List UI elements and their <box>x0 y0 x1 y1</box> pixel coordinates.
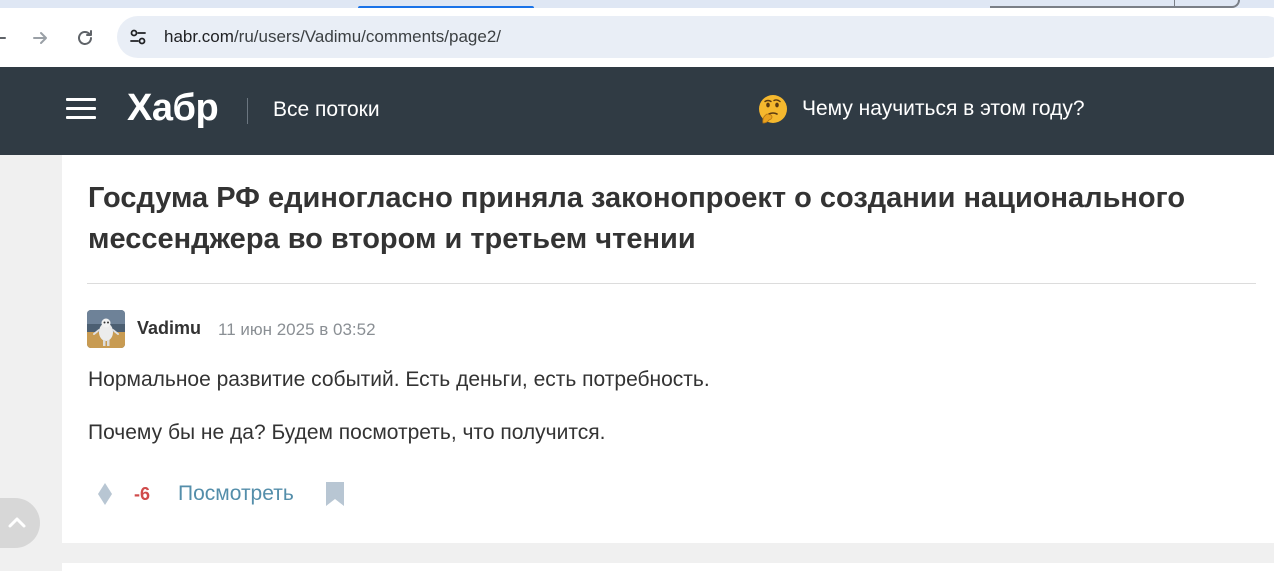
comment-timestamp[interactable]: 11 июн 2025 в 03:52 <box>218 320 376 340</box>
tune-icon <box>130 29 146 45</box>
avatar[interactable] <box>87 310 125 348</box>
reload-button[interactable] <box>74 27 96 49</box>
back-button[interactable] <box>0 27 10 49</box>
browser-tab[interactable] <box>990 0 1240 8</box>
chevron-up-icon <box>8 517 26 528</box>
view-link[interactable]: Посмотреть <box>178 482 294 506</box>
promo-text: Чему научиться в этом году? <box>802 97 1085 120</box>
vote-icon[interactable] <box>94 481 116 507</box>
card-divider <box>87 283 1256 284</box>
comment-author[interactable]: Vadimu <box>137 318 201 339</box>
site-header: Хабр Все потоки Чему научиться в этом го… <box>0 67 1274 155</box>
header-divider <box>247 98 248 124</box>
browser-tabstrip <box>0 0 1274 9</box>
url-host: habr.com <box>164 27 234 46</box>
article-title-link[interactable]: Госдума РФ единогласно приняла законопро… <box>88 178 1248 260</box>
url-path: /ru/users/Vadimu/comments/page2/ <box>233 27 502 46</box>
promo-link[interactable]: Чему научиться в этом году? <box>757 93 1085 125</box>
bookmark-icon[interactable] <box>324 481 346 507</box>
comment-actions: -6 Посмотреть <box>94 480 346 508</box>
next-card <box>62 563 1274 571</box>
url-text[interactable]: habr.com/ru/users/Vadimu/comments/page2/ <box>164 27 501 47</box>
avatar-image <box>87 310 125 348</box>
comment-card: Госдума РФ единогласно приняла законопро… <box>62 155 1274 543</box>
reload-icon <box>78 30 92 45</box>
browser-toolbar: habr.com/ru/users/Vadimu/comments/page2/ <box>0 8 1274 67</box>
comment-paragraph: Почему бы не да? Будем посмотреть, что п… <box>88 421 606 444</box>
comment-score: -6 <box>134 483 151 504</box>
forward-button[interactable] <box>29 27 51 49</box>
comment-paragraph: Нормальное развитие событий. Есть деньги… <box>88 368 710 391</box>
site-logo[interactable]: Хабр <box>127 87 219 130</box>
arrow-left-icon <box>0 37 6 39</box>
thinking-face-icon <box>759 95 787 124</box>
address-bar[interactable]: habr.com/ru/users/Vadimu/comments/page2/ <box>117 16 1274 58</box>
all-flows-link[interactable]: Все потоки <box>273 98 380 122</box>
site-info-button[interactable] <box>127 26 149 48</box>
arrow-right-icon <box>33 32 47 44</box>
menu-icon[interactable] <box>66 96 96 122</box>
